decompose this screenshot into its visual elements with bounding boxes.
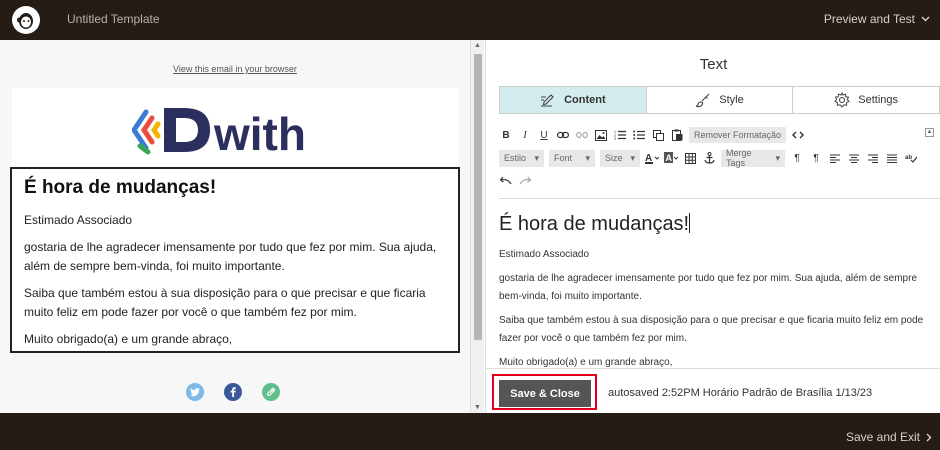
scroll-up-icon[interactable]: ▲ [474, 42, 481, 49]
paragraph-rtl-icon[interactable]: ¶ [809, 150, 823, 166]
image-icon[interactable] [594, 127, 608, 143]
text-color-icon[interactable]: A [645, 150, 659, 166]
bullet-list-icon[interactable] [632, 127, 646, 143]
font-dropdown[interactable]: Font ▾ [549, 149, 595, 167]
social-links [186, 383, 280, 401]
underline-button[interactable]: U [537, 127, 551, 143]
align-center-icon[interactable] [847, 150, 861, 166]
scroll-down-icon[interactable]: ▼ [474, 404, 481, 411]
italic-button[interactable]: I [518, 127, 532, 143]
email-closing: Muito obrigado(a) e um grande abraço, [24, 332, 233, 346]
autosave-status: autosaved 2:52PM Horário Padrão de Brasí… [608, 387, 873, 399]
logo-block[interactable]: with [12, 88, 458, 168]
email-paragraph-1: gostaria de lhe agradecer imensamente po… [24, 240, 437, 273]
editor-heading-line: É hora de mudanças! [499, 213, 940, 236]
remove-format-button[interactable]: Remover Formatação [689, 127, 787, 143]
paint-brush-icon [696, 93, 710, 108]
copy-icon[interactable] [651, 127, 665, 143]
chevron-down-icon: ▾ [585, 152, 590, 163]
font-dropdown-label: Font [554, 153, 573, 163]
mailchimp-logo-icon[interactable] [12, 6, 40, 34]
redo-icon[interactable] [518, 173, 532, 189]
save-and-exit-label: Save and Exit [845, 430, 920, 444]
editor-heading: É hora de mudanças! [499, 213, 690, 235]
chevron-down-icon [921, 16, 930, 22]
anchor-icon[interactable] [702, 150, 716, 166]
bold-button[interactable]: B [499, 127, 513, 143]
top-bar: Untitled Template Preview and Test [0, 0, 940, 40]
dwith-logo-icon: with [132, 108, 306, 156]
toolbar-row-3 [499, 172, 537, 190]
svg-text:A: A [666, 153, 673, 163]
editor-closing: Muito obrigado(a) e um grande abraço, [499, 357, 673, 368]
text-cursor [689, 213, 691, 233]
source-code-icon[interactable] [791, 127, 805, 143]
unlink-icon[interactable] [575, 127, 589, 143]
twitter-icon[interactable] [186, 383, 204, 401]
scrollbar-thumb[interactable] [474, 54, 482, 340]
merge-tags-label: Merge Tags [726, 148, 752, 168]
chevron-right-icon [926, 433, 932, 441]
chevron-down-icon: ▾ [775, 152, 780, 163]
spell-check-icon[interactable]: ab [904, 150, 918, 166]
editor-footer: Save & Close autosaved 2:52PM Horário Pa… [486, 368, 940, 413]
style-dropdown[interactable]: Estilo ▾ [499, 149, 544, 167]
undo-icon[interactable] [499, 173, 513, 189]
formatting-toolbar: B I U 123 Remover Formatação ▲ Estilo ▾ F… [499, 124, 940, 194]
tab-style[interactable]: Style [646, 87, 794, 113]
tab-settings-label: Settings [858, 94, 899, 106]
save-and-exit-button[interactable]: Save and Exit [846, 430, 932, 444]
paragraph-ltr-icon[interactable]: ¶ [790, 150, 804, 166]
align-left-icon[interactable] [828, 150, 842, 166]
toolbar-row-1: B I U 123 Remover Formatação [499, 126, 810, 144]
chevron-down-icon: ▾ [630, 152, 636, 163]
tab-content[interactable]: Content [500, 87, 647, 113]
email-preview-pane: View this email in your browser with É h… [0, 40, 470, 413]
tab-style-label: Style [719, 94, 744, 106]
paste-icon[interactable] [670, 127, 684, 143]
rich-text-editor[interactable]: É hora de mudanças! Estimado Associado g… [499, 198, 940, 368]
background-color-icon[interactable]: A [664, 150, 678, 166]
link-icon[interactable] [262, 383, 280, 401]
toolbar-row-2: Estilo ▾ Font ▾ Size ▾ A A Merge Tags ▾ ¶ ¶ … [499, 148, 923, 168]
gear-icon [834, 92, 851, 108]
preview-and-test-button[interactable]: Preview and Test [824, 12, 930, 26]
email-greeting: Estimado Associado [24, 213, 133, 227]
svg-text:3: 3 [614, 137, 616, 140]
editor-tabs: Content Style Settings [499, 86, 940, 114]
style-dropdown-label: Estilo [504, 153, 527, 163]
editor-paragraph-2: Saiba que também estou à sua disposição … [499, 315, 924, 344]
email-paragraph-2: Saiba que também estou à sua disposição … [24, 286, 426, 319]
email-heading: É hora de mudanças! [24, 177, 217, 198]
collapse-toolbar-icon[interactable]: ▲ [925, 128, 934, 137]
chevron-down-icon: ▾ [534, 152, 539, 163]
text-editor-panel: Text Content Style Settings B I U 123 Re… [485, 40, 940, 413]
panel-title: Text [699, 56, 728, 73]
numbered-list-icon[interactable]: 123 [613, 127, 627, 143]
facebook-icon[interactable] [224, 383, 242, 401]
align-justify-icon[interactable] [885, 150, 899, 166]
editor-greeting: Estimado Associado [499, 249, 590, 260]
align-right-icon[interactable] [866, 150, 880, 166]
size-dropdown[interactable]: Size ▾ [600, 149, 640, 167]
editor-paragraph-1: gostaria de lhe agradecer imensamente po… [499, 273, 918, 302]
selected-text-block[interactable]: É hora de mudanças! Estimado Associado g… [10, 167, 460, 353]
template-title[interactable]: Untitled Template [67, 12, 160, 26]
logo-text: with [213, 108, 306, 156]
tab-content-label: Content [564, 94, 606, 106]
view-in-browser-link[interactable]: View this email in your browser [0, 64, 470, 74]
size-dropdown-label: Size [605, 153, 623, 163]
merge-tags-dropdown[interactable]: Merge Tags ▾ [721, 148, 785, 168]
tab-settings[interactable]: Settings [793, 87, 940, 113]
table-icon[interactable] [683, 150, 697, 166]
pencil-lines-icon [541, 94, 554, 107]
link-icon[interactable] [556, 127, 570, 143]
bottom-bar: Save and Exit [0, 413, 940, 450]
preview-label: Preview and Test [823, 12, 915, 26]
preview-scrollbar[interactable]: ▲ ▼ [470, 40, 484, 413]
save-and-close-button[interactable]: Save & Close [499, 380, 591, 407]
